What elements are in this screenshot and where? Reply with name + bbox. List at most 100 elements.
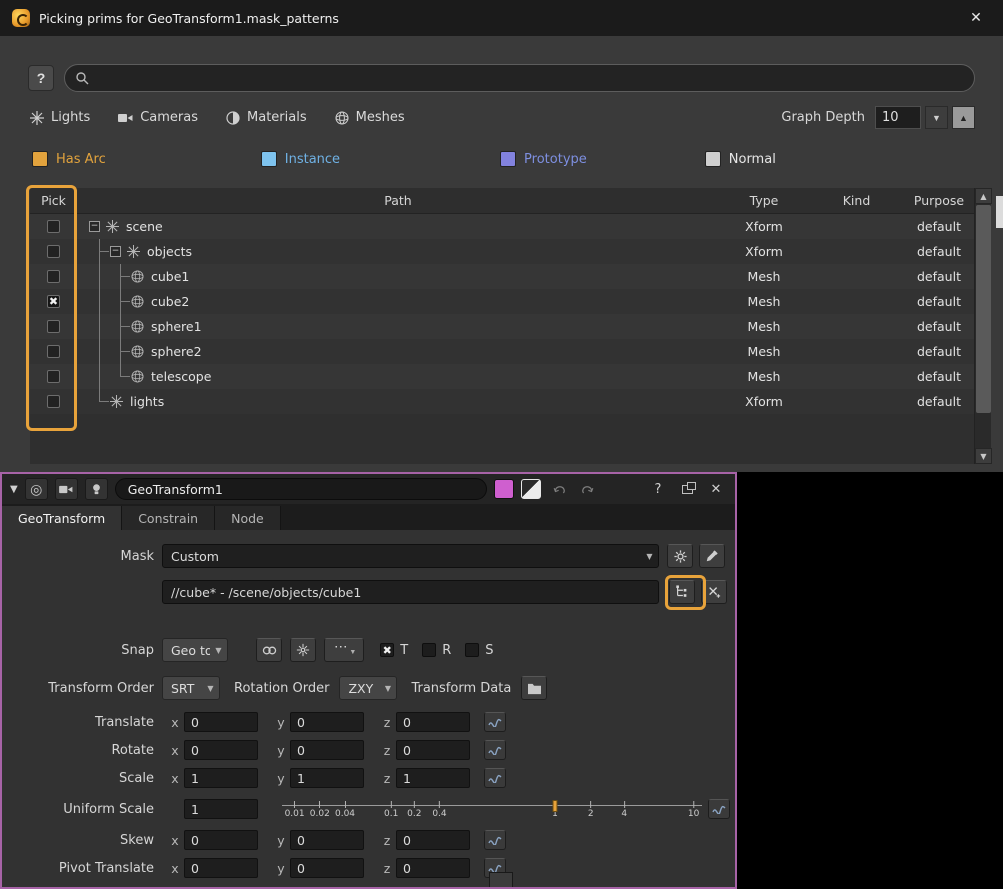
- clear-pattern-button[interactable]: [701, 580, 727, 604]
- scrollbar-thumb[interactable]: [976, 205, 991, 413]
- graph-depth-decrement-button[interactable]: ▼: [925, 106, 948, 129]
- rotate-x-input[interactable]: [184, 740, 258, 760]
- translate-curve-button[interactable]: [484, 712, 506, 732]
- pick-checkbox-checked[interactable]: ✖: [47, 295, 60, 308]
- chevron-up-icon: ▲: [959, 113, 968, 123]
- scroll-up-button[interactable]: [975, 188, 992, 204]
- table-row-telescope[interactable]: telescope Mesh default: [30, 364, 974, 389]
- snap-r-checkbox[interactable]: [422, 643, 436, 657]
- graph-depth-input[interactable]: [875, 106, 921, 129]
- pick-checkbox[interactable]: [47, 270, 60, 283]
- transform-order-dropdown[interactable]: SRT: [162, 676, 220, 700]
- rotation-order-label: Rotation Order: [234, 681, 329, 696]
- translate-y-input[interactable]: [290, 712, 364, 732]
- skew-curve-button[interactable]: [484, 830, 506, 850]
- table-scrollbar[interactable]: [974, 188, 991, 464]
- filter-meshes[interactable]: Meshes: [335, 110, 405, 125]
- skew-x-input[interactable]: [184, 830, 258, 850]
- z-axis-label: z: [382, 771, 392, 786]
- filter-cameras[interactable]: Cameras: [118, 110, 198, 125]
- pivot-translate-z-input[interactable]: [396, 858, 470, 878]
- pivot-translate-y-input[interactable]: [290, 858, 364, 878]
- filter-materials[interactable]: Materials: [226, 110, 307, 125]
- filter-lights[interactable]: Lights: [30, 110, 90, 125]
- search-input[interactable]: [95, 71, 964, 86]
- prim-name: sphere1: [151, 319, 202, 334]
- collapse-expander-icon[interactable]: [89, 221, 100, 232]
- mask-dropdown[interactable]: Custom: [162, 544, 659, 568]
- scene-graph-picker-button[interactable]: [669, 580, 695, 604]
- snap-orient-button[interactable]: [290, 638, 316, 662]
- mask-settings-button[interactable]: [667, 544, 693, 568]
- snap-dropdown[interactable]: Geo to: [162, 638, 228, 662]
- table-row-cube2[interactable]: ✖ cube2 Mesh default: [30, 289, 974, 314]
- prim-purpose: default: [904, 394, 974, 409]
- tab-node[interactable]: Node: [215, 506, 281, 530]
- redo-button[interactable]: [577, 478, 599, 500]
- filter-meshes-label: Meshes: [356, 110, 405, 125]
- uniform-scale-input[interactable]: [184, 799, 258, 819]
- pick-checkbox[interactable]: [47, 245, 60, 258]
- rotate-z-input[interactable]: [396, 740, 470, 760]
- skew-y-input[interactable]: [290, 830, 364, 850]
- collapse-panel-icon[interactable]: [10, 484, 18, 495]
- table-row-lights[interactable]: lights Xform default: [30, 389, 974, 414]
- pivot-translate-x-input[interactable]: [184, 858, 258, 878]
- mesh-icon: [335, 111, 349, 125]
- pick-checkbox[interactable]: [47, 395, 60, 408]
- collapse-expander-icon[interactable]: [110, 246, 121, 257]
- snap-s-checkbox[interactable]: [465, 643, 479, 657]
- snap-more-button[interactable]: ⋯: [324, 638, 364, 662]
- scroll-down-button[interactable]: [975, 448, 992, 464]
- light-button[interactable]: [85, 478, 108, 500]
- tab-geotransform[interactable]: GeoTransform: [2, 506, 122, 530]
- undo-button[interactable]: [548, 478, 570, 500]
- gl-color-swatch[interactable]: [521, 479, 541, 499]
- pick-checkbox[interactable]: [47, 370, 60, 383]
- translate-z-input[interactable]: [396, 712, 470, 732]
- snap-match-button[interactable]: [256, 638, 282, 662]
- rotation-order-dropdown[interactable]: ZXY: [339, 676, 397, 700]
- uniform-scale-slider[interactable]: 0.01 0.02 0.04 0.1 0.2 0.4 1 2 4 10: [282, 796, 702, 822]
- window-close-button[interactable]: ✕: [961, 4, 991, 32]
- table-row-cube1[interactable]: cube1 Mesh default: [30, 264, 974, 289]
- transform-data-button[interactable]: [521, 676, 547, 700]
- table-row-scene[interactable]: scene Xform default: [30, 214, 974, 239]
- snap-t-checkbox[interactable]: ✖: [380, 643, 394, 657]
- mask-eyedropper-button[interactable]: [699, 544, 725, 568]
- graph-depth-increment-button[interactable]: ▲: [952, 106, 975, 129]
- prim-type: Mesh: [719, 369, 809, 384]
- scale-y-input[interactable]: [290, 768, 364, 788]
- pick-checkbox[interactable]: [47, 320, 60, 333]
- uniform-scale-curve-button[interactable]: [708, 799, 730, 819]
- help-button[interactable]: ?: [28, 65, 54, 91]
- center-node-button[interactable]: [25, 478, 48, 500]
- float-panel-button[interactable]: [676, 478, 698, 500]
- search-box[interactable]: [64, 64, 975, 92]
- mask-pattern-input[interactable]: [162, 580, 659, 604]
- window-scrollbar-thumb[interactable]: [996, 196, 1003, 228]
- scale-z-input[interactable]: [396, 768, 470, 788]
- undo-icon: [552, 483, 566, 496]
- transform-order-label: Transform Order: [2, 681, 162, 696]
- table-row-objects[interactable]: objects Xform default: [30, 239, 974, 264]
- pick-checkbox[interactable]: [47, 345, 60, 358]
- scale-x-input[interactable]: [184, 768, 258, 788]
- skew-row: Skew x y z: [2, 830, 735, 850]
- pick-checkbox[interactable]: [47, 220, 60, 233]
- prim-name: cube1: [151, 269, 189, 284]
- camera-button[interactable]: [55, 478, 78, 500]
- rotate-y-input[interactable]: [290, 740, 364, 760]
- panel-help-button[interactable]: ?: [647, 478, 669, 500]
- translate-x-input[interactable]: [184, 712, 258, 732]
- scale-curve-button[interactable]: [484, 768, 506, 788]
- rotate-curve-button[interactable]: [484, 740, 506, 760]
- table-row-sphere1[interactable]: sphere1 Mesh default: [30, 314, 974, 339]
- table-row-sphere2[interactable]: sphere2 Mesh default: [30, 339, 974, 364]
- node-color-swatch[interactable]: [494, 479, 514, 499]
- panel-close-button[interactable]: ✕: [705, 478, 727, 500]
- slider-handle[interactable]: [553, 800, 558, 812]
- skew-z-input[interactable]: [396, 830, 470, 850]
- tab-constrain[interactable]: Constrain: [122, 506, 215, 530]
- node-name-input[interactable]: [115, 478, 487, 500]
